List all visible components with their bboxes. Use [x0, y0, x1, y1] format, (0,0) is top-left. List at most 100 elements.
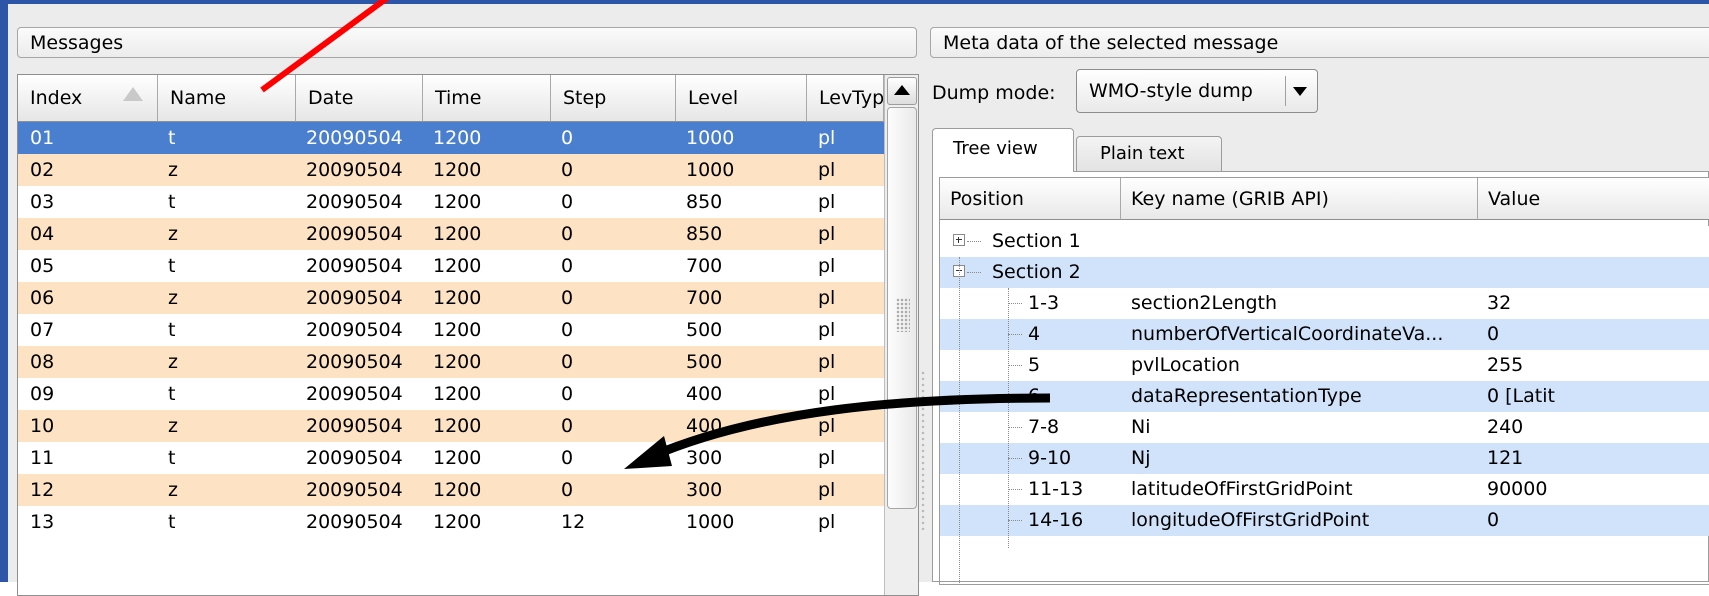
entry-value: 0	[1487, 509, 1500, 531]
tab-plain-text[interactable]: Plain text	[1076, 136, 1222, 172]
metadata-title: Meta data of the selected message	[943, 32, 1279, 54]
column-header-date[interactable]: Date	[296, 75, 423, 122]
cell-step: 0	[561, 351, 574, 373]
table-row[interactable]: 11 t 20090504 1200 0 300 pl	[18, 442, 884, 474]
cell-level: 300	[686, 479, 723, 501]
tree-entry-row[interactable]: 1-3 section2Length 32	[940, 288, 1709, 319]
tree-view-panel: Position Key name (GRIB API) Value Secti…	[932, 171, 1709, 585]
dump-mode-select[interactable]: WMO-style dump	[1076, 69, 1318, 113]
cell-time: 1200	[433, 127, 482, 149]
tree-column-position-label: Position	[950, 188, 1024, 210]
tree-entry-row[interactable]: 14-16 longitudeOfFirstGridPoint 0	[940, 505, 1709, 536]
tree-entry-row[interactable]: 6 dataRepresentationType 0 [Latit	[940, 381, 1709, 412]
column-header-levtype[interactable]: LevTyp	[807, 75, 884, 122]
table-row[interactable]: 12 z 20090504 1200 0 300 pl	[18, 474, 884, 506]
cell-levtype: pl	[818, 287, 836, 309]
messages-title: Messages	[30, 32, 124, 54]
cell-level: 850	[686, 223, 723, 245]
table-row[interactable]: 03 t 20090504 1200 0 850 pl	[18, 186, 884, 218]
cell-index: 02	[30, 159, 55, 181]
cell-time: 1200	[433, 383, 482, 405]
messages-vertical-scrollbar[interactable]	[884, 75, 918, 595]
cell-name: z	[168, 223, 178, 245]
cell-name: z	[168, 287, 178, 309]
cell-name: t	[168, 255, 176, 277]
cell-levtype: pl	[818, 127, 836, 149]
column-header-time[interactable]: Time	[423, 75, 551, 122]
cell-name: z	[168, 479, 178, 501]
tree-entry-row[interactable]: 4 numberOfVerticalCoordinateVa... 0	[940, 319, 1709, 350]
tree-branch-line	[1008, 365, 1022, 367]
tree-column-position[interactable]: Position	[940, 178, 1121, 220]
tree-guide-line	[959, 257, 961, 584]
entry-value: 121	[1487, 447, 1524, 469]
column-header-step[interactable]: Step	[551, 75, 676, 122]
cell-time: 1200	[433, 223, 482, 245]
cell-index: 09	[30, 383, 55, 405]
cell-levtype: pl	[818, 383, 836, 405]
cell-levtype: pl	[818, 447, 836, 469]
messages-table[interactable]: Index Name Date Time Step Level LevTyp 0…	[17, 74, 919, 596]
cell-step: 0	[561, 415, 574, 437]
cell-levtype: pl	[818, 159, 836, 181]
panel-splitter-handle[interactable]	[920, 370, 926, 530]
cell-date: 20090504	[306, 319, 403, 341]
messages-panel-header: Messages	[17, 27, 917, 58]
cell-index: 04	[30, 223, 55, 245]
tree-branch-line	[967, 272, 981, 274]
cell-name: z	[168, 415, 178, 437]
cell-level: 1000	[686, 127, 735, 149]
entry-position: 14-16	[1028, 509, 1084, 531]
scrollbar-thumb[interactable]	[887, 107, 917, 509]
column-header-index-label: Index	[30, 87, 83, 109]
column-header-step-label: Step	[563, 87, 607, 109]
table-row[interactable]: 04 z 20090504 1200 0 850 pl	[18, 218, 884, 250]
cell-step: 0	[561, 447, 574, 469]
entry-key-name: section2Length	[1131, 292, 1278, 314]
cell-levtype: pl	[818, 223, 836, 245]
table-row[interactable]: 08 z 20090504 1200 0 500 pl	[18, 346, 884, 378]
tree-branch-line	[1008, 427, 1022, 429]
column-header-name[interactable]: Name	[158, 75, 296, 122]
tab-tree-view[interactable]: Tree view	[932, 128, 1074, 172]
tree-guide-line	[1008, 288, 1010, 548]
table-row[interactable]: 01 t 20090504 1200 0 1000 pl	[18, 122, 884, 154]
entry-position: 9-10	[1028, 447, 1072, 469]
entry-key-name: dataRepresentationType	[1131, 385, 1362, 407]
metadata-tree[interactable]: Position Key name (GRIB API) Value Secti…	[939, 177, 1709, 585]
table-row[interactable]: 02 z 20090504 1200 0 1000 pl	[18, 154, 884, 186]
entry-position: 5	[1028, 354, 1041, 376]
entry-value: 240	[1487, 416, 1524, 438]
table-row[interactable]: 09 t 20090504 1200 0 400 pl	[18, 378, 884, 410]
expand-icon[interactable]	[953, 234, 965, 246]
cell-date: 20090504	[306, 351, 403, 373]
cell-levtype: pl	[818, 351, 836, 373]
cell-date: 20090504	[306, 255, 403, 277]
entry-key-name: Nj	[1131, 447, 1151, 469]
tree-section-row[interactable]: Section 2	[940, 257, 1709, 288]
chevron-down-icon[interactable]	[1293, 87, 1307, 96]
scroll-up-arrow-icon[interactable]	[887, 77, 917, 105]
tree-entry-row[interactable]: 5 pvlLocation 255	[940, 350, 1709, 381]
table-row[interactable]: 05 t 20090504 1200 0 700 pl	[18, 250, 884, 282]
cell-name: t	[168, 511, 176, 533]
column-header-index[interactable]: Index	[18, 75, 158, 122]
table-row[interactable]: 06 z 20090504 1200 0 700 pl	[18, 282, 884, 314]
cell-time: 1200	[433, 191, 482, 213]
table-row[interactable]: 10 z 20090504 1200 0 400 pl	[18, 410, 884, 442]
column-header-level[interactable]: Level	[676, 75, 807, 122]
entry-position: 1-3	[1028, 292, 1060, 314]
entry-position: 6	[1028, 385, 1041, 407]
tree-branch-line	[967, 241, 981, 243]
tree-entry-row[interactable]: 11-13 latitudeOfFirstGridPoint 90000	[940, 474, 1709, 505]
table-row[interactable]: 13 t 20090504 1200 12 1000 pl	[18, 506, 884, 538]
tree-column-value[interactable]: Value	[1478, 178, 1709, 220]
tree-branch-line	[1008, 520, 1022, 522]
cell-index: 12	[30, 479, 55, 501]
table-row[interactable]: 07 t 20090504 1200 0 500 pl	[18, 314, 884, 346]
tree-column-key-name[interactable]: Key name (GRIB API)	[1121, 178, 1478, 220]
tree-entry-row[interactable]: 9-10 Nj 121	[940, 443, 1709, 474]
entry-position: 4	[1028, 323, 1041, 345]
tree-section-row[interactable]: Section 1	[940, 226, 1709, 257]
tree-entry-row[interactable]: 7-8 Ni 240	[940, 412, 1709, 443]
